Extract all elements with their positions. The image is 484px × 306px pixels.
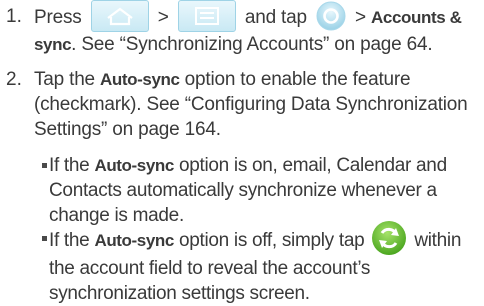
sync-icon <box>371 220 407 256</box>
bullet-marker <box>42 163 47 168</box>
step-1: 1. Press > and tap > Accounts & sync. Se… <box>0 0 480 57</box>
menu-icon <box>177 0 236 32</box>
step-number: 2. <box>6 69 22 90</box>
step-2: 2. Tap the Auto-sync option to enable th… <box>0 67 480 145</box>
home-icon <box>90 0 149 32</box>
bullet-item: If the Auto-sync option is off, simply t… <box>34 221 480 304</box>
step-number: 1. <box>6 6 22 27</box>
bullet-item: If the Auto-sync option is on, email, Ca… <box>34 153 480 229</box>
settings-icon <box>316 1 346 31</box>
step-2-text: Tap the Auto-sync option to enable the f… <box>34 69 468 140</box>
manual-page: 1. Press > and tap > Accounts & sync. Se… <box>0 0 484 304</box>
bullet-marker <box>42 236 47 241</box>
bullet-2-text: If the Auto-sync option is off, simply t… <box>49 221 480 306</box>
step-1-text: Press > and tap > Accounts & sync. See “… <box>34 0 480 57</box>
bullet-1-text: If the Auto-sync option is on, email, Ca… <box>49 155 447 226</box>
